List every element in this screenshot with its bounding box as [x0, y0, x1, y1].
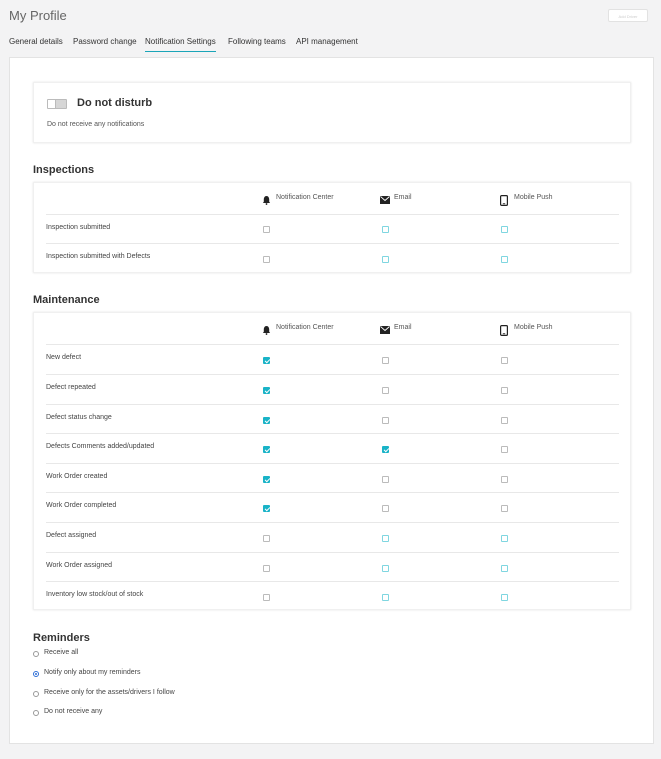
- email-checkbox[interactable]: [382, 417, 389, 424]
- email-checkbox[interactable]: [382, 226, 389, 233]
- row-label: Defect repeated: [46, 384, 96, 391]
- table-row: Inspection submitted with Defects: [46, 243, 619, 273]
- email-checkbox[interactable]: [382, 505, 389, 512]
- row-label: Defect assigned: [46, 532, 97, 539]
- row-label: Inventory low stock/out of stock: [46, 591, 144, 598]
- tab-password-change[interactable]: Password change: [73, 37, 137, 51]
- email-checkbox[interactable]: [382, 476, 389, 483]
- inspections-title: Inspections: [33, 164, 95, 176]
- row-label: Work Order assigned: [46, 562, 113, 569]
- column-label: Mobile Push: [514, 194, 553, 201]
- mobile-push-checkbox[interactable]: [501, 505, 508, 512]
- row-label: Inspection submitted: [46, 224, 111, 231]
- tab-notification-settings[interactable]: Notification Settings: [145, 37, 216, 52]
- email-checkbox[interactable]: [382, 357, 389, 364]
- table-row: Work Order assigned: [46, 552, 619, 582]
- table-row: Work Order created: [46, 463, 619, 493]
- notification-settings-panel: Do not disturb Do not receive any notifi…: [9, 57, 654, 744]
- mobile-phone-icon: [500, 325, 508, 336]
- email-checkbox[interactable]: [382, 446, 389, 453]
- bell-icon: [262, 325, 271, 335]
- table-row: Work Order completed: [46, 492, 619, 522]
- notification-center-checkbox[interactable]: [263, 417, 270, 424]
- radio-button[interactable]: [33, 710, 39, 716]
- inspections-card: Notification Center Email Mobile Push In…: [33, 182, 631, 273]
- radio-button[interactable]: [33, 671, 39, 677]
- email-checkbox[interactable]: [382, 594, 389, 601]
- table-row: Inspection submitted: [46, 214, 619, 244]
- radio-button[interactable]: [33, 651, 39, 657]
- mobile-push-checkbox[interactable]: [501, 417, 508, 424]
- mobile-push-checkbox[interactable]: [501, 594, 508, 601]
- do-not-disturb-subtitle: Do not receive any notifications: [47, 121, 145, 128]
- radio-label: Receive only for the assets/drivers I fo…: [44, 689, 175, 696]
- row-label: Work Order completed: [46, 502, 117, 509]
- radio-button[interactable]: [33, 691, 39, 697]
- row-label: New defect: [46, 354, 82, 361]
- notification-center-checkbox[interactable]: [263, 565, 270, 572]
- bell-icon: [262, 195, 271, 205]
- notification-center-checkbox[interactable]: [263, 476, 270, 483]
- reminders-title: Reminders: [33, 632, 90, 644]
- tab-following-teams[interactable]: Following teams: [228, 37, 286, 51]
- email-checkbox[interactable]: [382, 387, 389, 394]
- mobile-push-checkbox[interactable]: [501, 446, 508, 453]
- maintenance-title: Maintenance: [33, 294, 100, 306]
- notification-center-checkbox[interactable]: [263, 256, 270, 263]
- mobile-push-checkbox[interactable]: [501, 357, 508, 364]
- notification-center-checkbox[interactable]: [263, 387, 270, 394]
- table-row: Defects Comments added/updated: [46, 433, 619, 463]
- email-checkbox[interactable]: [382, 535, 389, 542]
- row-label: Inspection submitted with Defects: [46, 253, 151, 260]
- table-row: Defect assigned: [46, 522, 619, 552]
- mobile-push-checkbox[interactable]: [501, 256, 508, 263]
- add-driver-button[interactable]: Add Driver: [608, 9, 648, 22]
- column-label: Notification Center: [276, 324, 334, 331]
- notification-center-checkbox[interactable]: [263, 505, 270, 512]
- table-row: Defect repeated: [46, 374, 619, 404]
- tab-api-management[interactable]: API management: [296, 37, 358, 51]
- table-row: Inventory low stock/out of stock: [46, 581, 619, 611]
- envelope-icon: [380, 196, 390, 204]
- page-title: My Profile: [9, 8, 67, 23]
- column-label: Notification Center: [276, 194, 334, 201]
- table-row: New defect: [46, 344, 619, 374]
- radio-label: Notify only about my reminders: [44, 669, 141, 676]
- mobile-push-checkbox[interactable]: [501, 565, 508, 572]
- maintenance-card: Notification Center Email Mobile Push Ne…: [33, 312, 631, 610]
- notification-center-checkbox[interactable]: [263, 357, 270, 364]
- envelope-icon: [380, 326, 390, 334]
- radio-label: Do not receive any: [44, 708, 103, 715]
- row-label: Defect status change: [46, 414, 112, 421]
- email-checkbox[interactable]: [382, 565, 389, 572]
- row-label: Defects Comments added/updated: [46, 443, 155, 450]
- notification-center-checkbox[interactable]: [263, 594, 270, 601]
- do-not-disturb-toggle[interactable]: [47, 99, 67, 109]
- notification-center-checkbox[interactable]: [263, 535, 270, 542]
- column-label: Email: [394, 324, 412, 331]
- do-not-disturb-title: Do not disturb: [77, 97, 153, 109]
- column-label: Mobile Push: [514, 324, 553, 331]
- mobile-push-checkbox[interactable]: [501, 387, 508, 394]
- mobile-push-checkbox[interactable]: [501, 226, 508, 233]
- column-label: Email: [394, 194, 412, 201]
- mobile-push-checkbox[interactable]: [501, 476, 508, 483]
- notification-center-checkbox[interactable]: [263, 226, 270, 233]
- email-checkbox[interactable]: [382, 256, 389, 263]
- toggle-knob: [48, 100, 56, 108]
- row-label: Work Order created: [46, 473, 108, 480]
- radio-label: Receive all: [44, 649, 79, 656]
- mobile-phone-icon: [500, 195, 508, 206]
- mobile-push-checkbox[interactable]: [501, 535, 508, 542]
- tab-general-details[interactable]: General details: [9, 37, 63, 51]
- do-not-disturb-card: Do not disturb Do not receive any notifi…: [33, 82, 631, 143]
- table-row: Defect status change: [46, 404, 619, 434]
- notification-center-checkbox[interactable]: [263, 446, 270, 453]
